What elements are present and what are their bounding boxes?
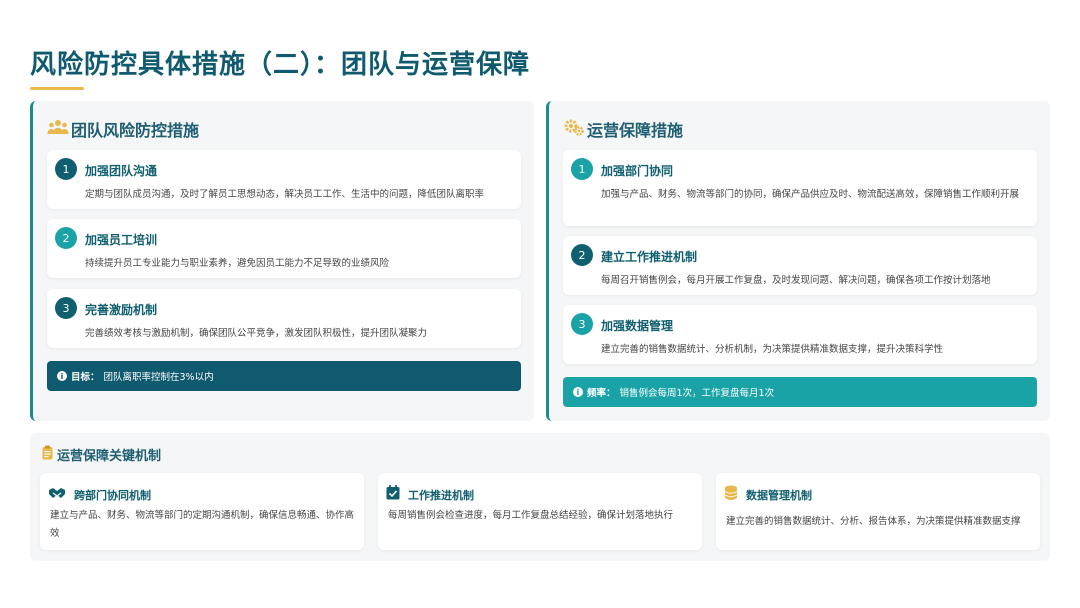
list-item: 3 完善激励机制 完善绩效考核与激励机制，确保团队公平竞争，激发团队积极性，提升… <box>47 289 521 348</box>
item-title: 加强部门协同 <box>601 164 674 178</box>
mechanism-title: 跨部门协同机制 <box>74 488 151 502</box>
list-item: 1 加强部门协同 加强与产品、财务、物流等部门的协同，确保产品供应及时、物流配送… <box>563 150 1037 226</box>
mechanism-title: 数据管理机制 <box>746 489 812 502</box>
item-title: 加强团队沟通 <box>85 164 158 178</box>
frequency-label: 频率： <box>587 388 616 399</box>
mechanism-card: 跨部门协同机制 建立与产品、财务、物流等部门的定期沟通机制，确保信息畅通、协作高… <box>40 473 364 550</box>
key-mechanisms-panel: 运营保障关键机制 跨部门协同机制 建立与产品、财务、物流等部门的定期沟通机制，确… <box>30 433 1050 561</box>
mechanism-desc: 建立与产品、财务、物流等部门的定期沟通机制，确保信息畅通、协作高效 <box>50 510 355 539</box>
team-risk-header: 团队风险防控措施 <box>47 117 199 141</box>
item-desc: 完善绩效考核与激励机制，确保团队公平竞争，激发团队积极性，提升团队凝聚力 <box>85 328 428 339</box>
info-icon: i <box>57 371 67 381</box>
item-title: 完善激励机制 <box>85 303 158 317</box>
step-number: 1 <box>55 158 77 180</box>
team-icon <box>47 119 69 139</box>
goal-text: 团队离职率控制在3%以内 <box>103 372 214 383</box>
item-title: 加强数据管理 <box>601 319 674 333</box>
step-number: 3 <box>55 297 77 319</box>
goal-label: 目标： <box>71 372 100 383</box>
clipboard-icon <box>42 445 53 464</box>
title-underline <box>30 87 84 90</box>
goal-banner: i 目标： 团队离职率控制在3%以内 <box>47 361 521 391</box>
frequency-banner: i 频率： 销售例会每周1次，工作复盘每月1次 <box>563 377 1037 407</box>
mechanism-desc: 每周销售例会检查进度，每月工作复盘总结经验，确保计划落地执行 <box>388 510 674 521</box>
step-number: 1 <box>571 158 593 180</box>
database-icon <box>724 485 738 505</box>
item-title: 加强员工培训 <box>85 233 158 247</box>
mechanism-desc: 建立完善的销售数据统计、分析、报告体系，为决策提供精准数据支撑 <box>726 516 1021 527</box>
item-desc: 定期与团队成员沟通，及时了解员工思想动态，解决员工工作、生活中的问题，降低团队离… <box>85 189 485 200</box>
list-item: 3 加强数据管理 建立完善的销售数据统计、分析机制，为决策提供精准数据支撑，提升… <box>563 305 1037 364</box>
team-risk-title: 团队风险防控措施 <box>71 121 200 140</box>
key-mechanisms-header: 运营保障关键机制 <box>42 445 161 464</box>
mechanism-title: 工作推进机制 <box>408 488 474 502</box>
key-mechanisms-title: 运营保障关键机制 <box>57 449 162 464</box>
mechanism-header: 跨部门协同机制 <box>48 485 151 504</box>
item-desc: 持续提升员工专业能力与职业素养，避免因员工能力不足导致的业绩风险 <box>85 258 390 269</box>
handshake-icon <box>48 485 66 504</box>
step-number: 2 <box>571 244 593 266</box>
info-icon: i <box>573 387 583 397</box>
gears-icon <box>563 118 585 140</box>
mechanism-header: 工作推进机制 <box>386 485 474 504</box>
item-desc: 建立完善的销售数据统计、分析机制，为决策提供精准数据支撑，提升决策科学性 <box>601 344 944 355</box>
operations-title: 运营保障措施 <box>587 121 684 140</box>
list-item: 2 加强员工培训 持续提升员工专业能力与职业素养，避免因员工能力不足导致的业绩风… <box>47 219 521 278</box>
team-risk-panel: 团队风险防控措施 1 加强团队沟通 定期与团队成员沟通，及时了解员工思想动态，解… <box>30 101 534 421</box>
step-number: 3 <box>571 313 593 335</box>
frequency-text: 销售例会每周1次，工作复盘每月1次 <box>619 388 775 399</box>
operations-header: 运营保障措施 <box>563 117 683 141</box>
mechanism-card: 工作推进机制 每周销售例会检查进度，每月工作复盘总结经验，确保计划落地执行 <box>378 473 702 550</box>
operations-panel: 运营保障措施 1 加强部门协同 加强与产品、财务、物流等部门的协同，确保产品供应… <box>546 101 1050 421</box>
calendar-check-icon <box>386 485 400 504</box>
item-desc: 加强与产品、财务、物流等部门的协同，确保产品供应及时、物流配送高效，保障销售工作… <box>601 189 1020 200</box>
item-desc: 每周召开销售例会，每月开展工作复盘，及时发现问题、解决问题，确保各项工作按计划落… <box>601 275 991 286</box>
page-title: 风险防控具体措施（二）：团队与运营保障 <box>30 50 531 80</box>
list-item: 2 建立工作推进机制 每周召开销售例会，每月开展工作复盘，及时发现问题、解决问题… <box>563 236 1037 295</box>
mechanism-card: 数据管理机制 建立完善的销售数据统计、分析、报告体系，为决策提供精准数据支撑 <box>716 473 1040 550</box>
item-title: 建立工作推进机制 <box>601 250 698 264</box>
step-number: 2 <box>55 227 77 249</box>
mechanism-header: 数据管理机制 <box>724 485 812 505</box>
list-item: 1 加强团队沟通 定期与团队成员沟通，及时了解员工思想动态，解决员工工作、生活中… <box>47 150 521 209</box>
